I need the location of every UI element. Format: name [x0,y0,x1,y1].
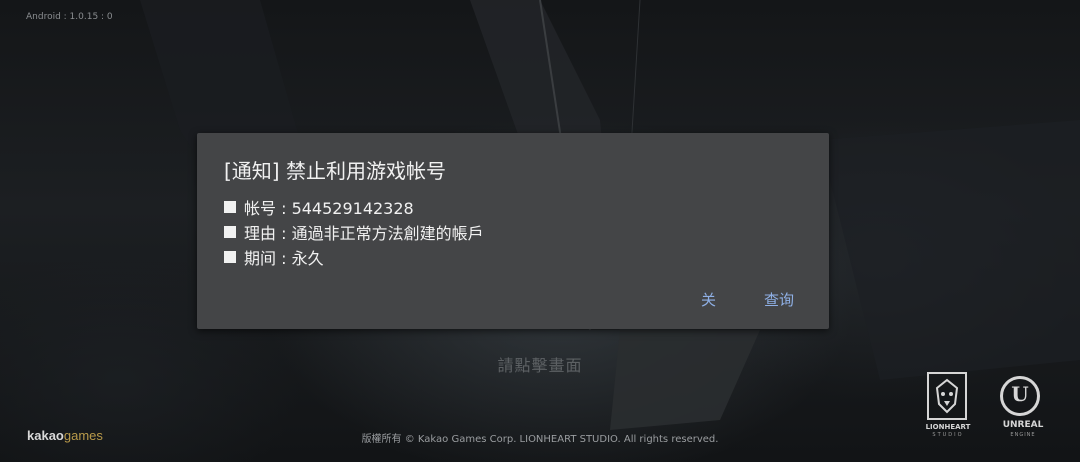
dialog-title: [通知] 禁止利用游戏帐号 [224,159,446,183]
period-line: 期间 : 永久 [224,245,324,269]
reason-text: 理由 : 通過非正常方法創建的帳戶 [244,224,484,243]
unreal-sub-label: ENGINE [1010,432,1036,438]
bullet-square-icon [224,201,236,213]
lionheart-label: LIONHEART [925,423,971,431]
account-text: 帐号 : 544529142328 [244,199,414,218]
period-text: 期间 : 永久 [244,249,324,268]
lionheart-sub-label: STUDIO [932,432,964,438]
copyright-text: 版權所有 © Kakao Games Corp. LIONHEART STUDI… [361,434,719,445]
bullet-square-icon [224,251,236,263]
tap-screen-hint: 請點擊畫面 [497,356,583,375]
close-button[interactable]: 关 [701,289,716,310]
query-button[interactable]: 查询 [764,289,794,310]
version-text: Android : 1.0.15 : 0 [26,12,113,22]
bullet-square-icon [224,226,236,238]
lionheart-logo: LIONHEART STUDIO [925,370,971,440]
account-line: 帐号 : 544529142328 [224,195,414,219]
ban-notice-dialog: [通知] 禁止利用游戏帐号 帐号 : 544529142328 理由 : 通過非… [197,133,829,329]
lion-icon [927,372,967,420]
unreal-label: UNREAL [1002,420,1044,430]
game-screen[interactable]: Android : 1.0.15 : 0 請點擊畫面 kakaogames 版權… [0,0,1080,462]
reason-line: 理由 : 通過非正常方法創建的帳戶 [224,220,484,244]
unreal-engine-logo: U UNREAL ENGINE [992,376,1054,440]
